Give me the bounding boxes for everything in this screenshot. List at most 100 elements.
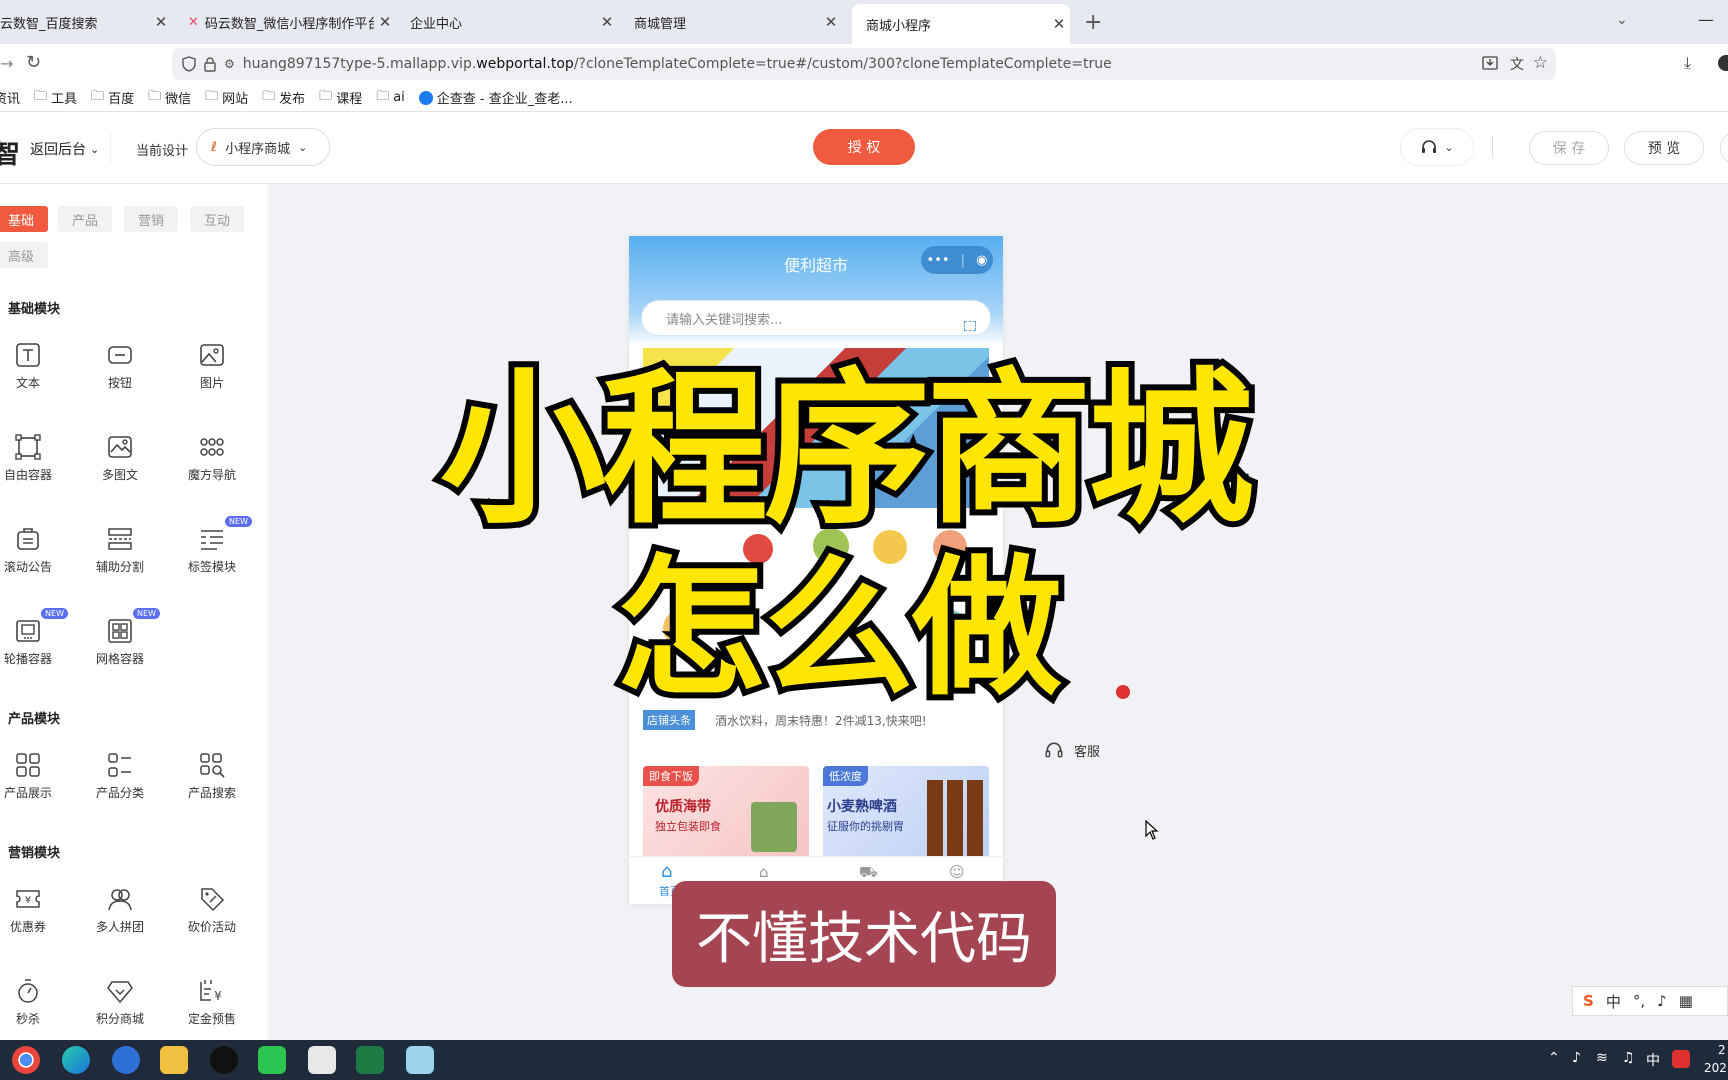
- back-to-admin-button[interactable]: 返回后台 ⌄: [30, 139, 99, 159]
- minimize-icon[interactable]: —: [1698, 10, 1714, 29]
- bookmark-folder-tools[interactable]: 🗀 工具: [34, 87, 77, 109]
- save-button[interactable]: 保 存: [1529, 131, 1609, 165]
- punctuation-icon[interactable]: °,: [1633, 992, 1645, 1010]
- component-bargain[interactable]: 砍价活动: [166, 886, 258, 946]
- publish-button-edge[interactable]: [1720, 131, 1728, 165]
- component-product-search[interactable]: 产品搜索: [166, 752, 258, 812]
- site-settings-icon[interactable]: ⚙: [224, 57, 235, 71]
- wechat-icon[interactable]: [258, 1046, 286, 1074]
- microphone-icon[interactable]: ♪: [1657, 992, 1667, 1010]
- bookmark-folder-publish[interactable]: 🗀 发布: [262, 87, 305, 109]
- bookmark-folder-wechat[interactable]: 🗀 微信: [148, 87, 191, 109]
- component-free-container[interactable]: 自由容器: [0, 434, 74, 494]
- component-carousel-container[interactable]: NEW 轮播容器: [0, 608, 74, 678]
- tray-microphone-icon[interactable]: ♪: [1572, 1050, 1581, 1066]
- tray-sogou-icon[interactable]: [1672, 1050, 1690, 1068]
- close-icon[interactable]: ✕: [1048, 15, 1070, 33]
- component-product-category[interactable]: 产品分类: [74, 752, 166, 812]
- qq-icon[interactable]: [210, 1046, 238, 1074]
- authorize-button[interactable]: 授 权: [813, 129, 915, 165]
- ime-toolbar[interactable]: S 中 °, ♪ ▦: [1572, 986, 1728, 1016]
- component-points-mall[interactable]: 积分商城: [74, 978, 166, 1038]
- category-tab-product[interactable]: 产品: [58, 206, 112, 232]
- design-select[interactable]: ℓ 小程序商城 ⌄: [196, 128, 330, 166]
- clock-date[interactable]: 202: [1704, 1061, 1727, 1075]
- side-service-item[interactable]: 客服: [1044, 740, 1100, 760]
- component-flash-sale[interactable]: 秒杀: [0, 978, 74, 1038]
- tab-mall-miniprogram[interactable]: 商城小程序 ✕: [852, 4, 1070, 44]
- component-divider[interactable]: 辅助分割: [74, 526, 166, 586]
- component-magic-nav[interactable]: 魔方导航: [166, 434, 258, 494]
- tab-mall-management[interactable]: 商城管理 ✕: [620, 0, 842, 44]
- tab-baidu-search[interactable]: 云数智_百度搜索 ✕: [0, 0, 172, 44]
- promo-banner-seaweed[interactable]: 即食下饭 优质海带 独立包装即食: [643, 766, 809, 858]
- home-icon[interactable]: ⌂: [661, 861, 672, 882]
- component-product-display[interactable]: 产品展示: [0, 752, 74, 812]
- star-icon[interactable]: ☆: [1533, 53, 1548, 73]
- tab-title: 云数智_百度搜索: [0, 16, 98, 32]
- component-coupon[interactable]: ¥ 优惠券: [0, 886, 74, 946]
- component-button[interactable]: 按钮: [74, 342, 166, 402]
- close-icon[interactable]: ✕: [820, 13, 842, 31]
- customer-service-dropdown[interactable]: ⌄: [1400, 128, 1474, 166]
- download-page-icon[interactable]: [1482, 55, 1498, 71]
- tray-volume-icon[interactable]: ♫: [1622, 1050, 1635, 1066]
- more-icon[interactable]: •••: [927, 253, 950, 268]
- back-icon[interactable]: →: [0, 54, 13, 73]
- scan-code-icon[interactable]: [964, 321, 976, 331]
- bookmark-folder-course[interactable]: 🗀 课程: [319, 87, 362, 109]
- tray-wifi-icon[interactable]: ≋: [1596, 1050, 1608, 1066]
- translate-icon[interactable]: 文: [1510, 54, 1524, 74]
- component-tag-module[interactable]: NEW 标签模块: [166, 516, 258, 586]
- user-icon[interactable]: ☺: [949, 863, 965, 881]
- excel-icon[interactable]: [356, 1046, 384, 1074]
- phone-search-bar[interactable]: 请输入关键词搜索...: [641, 300, 991, 336]
- tray-chevron-up-icon[interactable]: ⌃: [1548, 1050, 1560, 1066]
- component-deposit-presale[interactable]: ¥ 定金预售: [166, 978, 258, 1038]
- new-tab-icon[interactable]: +: [1084, 10, 1102, 35]
- tab-enterprise-center[interactable]: 企业中心 ✕: [396, 0, 618, 44]
- category-tab-basic[interactable]: 基础: [0, 206, 48, 232]
- category-tab-interaction[interactable]: 互动: [190, 206, 244, 232]
- bookmark-folder-baidu[interactable]: 🗀 百度: [91, 87, 134, 109]
- tab-list-chevron-icon[interactable]: ⌄: [1616, 12, 1628, 28]
- cart-icon[interactable]: ⛟: [859, 863, 878, 883]
- reload-icon[interactable]: ↻: [26, 52, 41, 73]
- promo-banner-beer[interactable]: 低浓度 小麦熟啤酒 征服你的挑剔胃: [823, 766, 989, 858]
- component-scroll-notice[interactable]: 滚动公告: [0, 526, 74, 586]
- bookmark-folder-ai[interactable]: 🗀 ai: [376, 87, 405, 109]
- promo-title: 小麦熟啤酒: [827, 799, 897, 815]
- store-icon[interactable]: ⌂: [759, 863, 769, 881]
- notes-app-icon[interactable]: [406, 1046, 434, 1074]
- component-image[interactable]: 图片: [166, 342, 258, 402]
- target-circle-icon[interactable]: ◉: [976, 253, 987, 268]
- video-editor-icon[interactable]: [308, 1046, 336, 1074]
- bookmark-qichacha[interactable]: 企查查 - 查企业_查老...: [418, 88, 573, 107]
- downloads-icon[interactable]: ⤓: [1684, 53, 1691, 73]
- keyboard-icon[interactable]: ▦: [1679, 992, 1693, 1010]
- url-field[interactable]: ⚙ huang897157type-5.mallapp.vip. webporta…: [172, 48, 1556, 80]
- category-tab-advanced[interactable]: 高级: [0, 242, 48, 268]
- tray-ime[interactable]: 中: [1646, 1050, 1660, 1070]
- close-icon[interactable]: ✕: [596, 13, 618, 31]
- component-text[interactable]: 文本: [0, 342, 74, 402]
- tab-mayun-platform[interactable]: ✕ 码云数智_微信小程序制作平台_ ✕: [174, 0, 396, 44]
- file-explorer-icon[interactable]: [160, 1046, 188, 1074]
- close-icon[interactable]: ✕: [150, 13, 172, 31]
- sogou-explorer-icon[interactable]: [112, 1046, 140, 1074]
- close-icon[interactable]: ✕: [374, 13, 396, 31]
- component-grid-container[interactable]: NEW 网格容器: [74, 608, 166, 678]
- category-tab-marketing[interactable]: 营销: [124, 206, 178, 232]
- bookmark-item[interactable]: 资讯: [0, 88, 20, 107]
- button-icon: [108, 346, 132, 364]
- chrome-icon[interactable]: [12, 1046, 40, 1074]
- preview-button[interactable]: 预 览: [1624, 131, 1704, 165]
- component-group-buy[interactable]: 多人拼团: [74, 886, 166, 946]
- capsule-menu[interactable]: ••• | ◉: [921, 246, 993, 274]
- component-multi-image-text[interactable]: 多图文: [74, 434, 166, 494]
- ime-mode[interactable]: 中: [1606, 991, 1621, 1012]
- bookmark-folder-sites[interactable]: 🗀 网站: [205, 87, 248, 109]
- clock-time[interactable]: 2: [1718, 1043, 1726, 1057]
- edge-icon[interactable]: [62, 1046, 90, 1074]
- profile-icon[interactable]: [1718, 55, 1728, 71]
